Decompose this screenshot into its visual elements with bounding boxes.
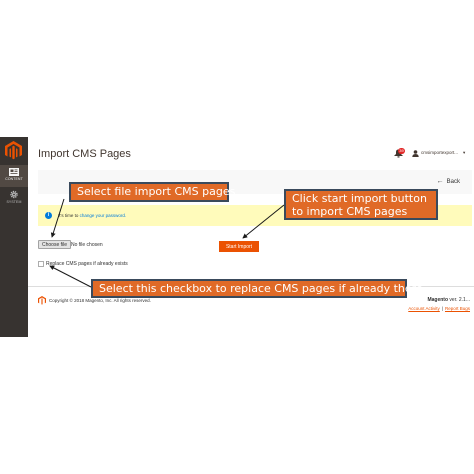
footer-links: Account Activity | Report Bugs [408, 306, 470, 311]
callout-replace-checkbox: Select this checkbox to replace CMS page… [91, 279, 423, 298]
replace-pages-checkbox[interactable] [38, 261, 44, 267]
magento-logo-icon [38, 296, 46, 305]
admin-screenshot: CONTENT SYSTEM Import CMS Pages 39 cmsim… [0, 137, 474, 337]
arrow-left-icon: ← [436, 178, 444, 185]
message-text: It's time to change your password. [58, 213, 126, 218]
user-icon[interactable] [412, 150, 419, 157]
back-button-label: Back [446, 179, 460, 185]
callout-start-import: Click start import button to import CMS … [284, 189, 438, 220]
page-title: Import CMS Pages [38, 148, 131, 160]
replace-pages-label[interactable]: Replace CMS pages if already exists [46, 261, 128, 267]
chevron-down-icon[interactable]: ▾ [463, 150, 465, 156]
back-button[interactable]: ← Back [437, 178, 460, 185]
info-icon: i [45, 212, 52, 219]
sidebar-item-label: CONTENT [5, 177, 23, 181]
footer-version-number: ver. 2.1... [449, 297, 470, 303]
choose-file-button[interactable]: Choose file [38, 240, 72, 249]
sidebar-item-label: SYSTEM [6, 200, 22, 204]
change-password-link[interactable]: change your password. [80, 213, 127, 218]
user-menu[interactable]: cmsimportexport... [421, 150, 458, 155]
sidebar-item-system[interactable]: SYSTEM [0, 190, 28, 204]
footer-version: Magento ver. 2.1... [427, 297, 470, 303]
message-prefix: It's time to [58, 213, 79, 218]
admin-sidebar: CONTENT SYSTEM [0, 137, 28, 337]
file-status-text: No file chosen [71, 242, 103, 248]
callout-select-file: Select file import CMS pages [69, 182, 235, 202]
copyright-text: Copyright © 2018 Magento, Inc. All right… [49, 298, 151, 303]
account-activity-link[interactable]: Account Activity [408, 306, 440, 311]
sidebar-item-content[interactable]: CONTENT [0, 165, 28, 187]
magento-logo-icon[interactable] [5, 141, 22, 160]
gear-icon [10, 190, 18, 199]
notification-count-badge[interactable]: 39 [398, 148, 405, 154]
footer-brand-name: Magento [427, 297, 449, 303]
start-import-button[interactable]: Start Import [219, 241, 259, 252]
report-bugs-link[interactable]: Report Bugs [445, 306, 470, 311]
content-icon [9, 168, 19, 176]
